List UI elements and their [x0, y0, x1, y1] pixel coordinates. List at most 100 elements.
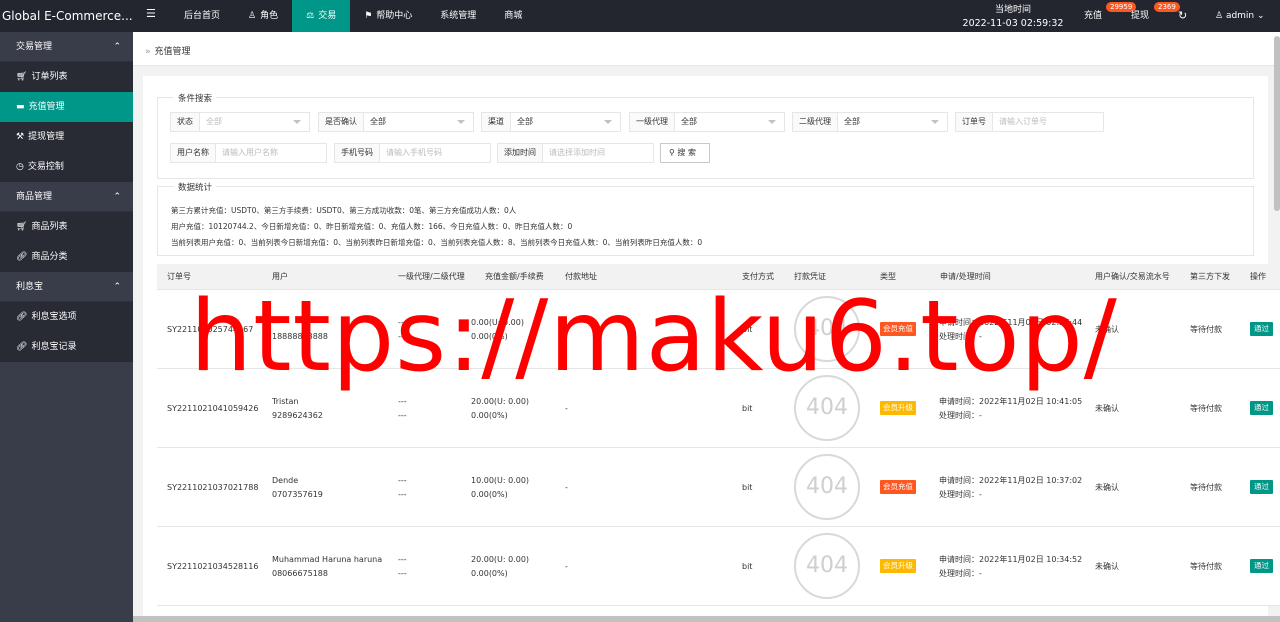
sidebar-item-withdraw[interactable]: ⚒ 提现管理	[0, 122, 133, 152]
select-value: 全部	[681, 117, 697, 126]
select-value: 全部	[206, 117, 222, 126]
approve-button[interactable]: 通过	[1250, 322, 1273, 336]
sidebar-item-goods-category[interactable]: 🔗︎ 商品分类	[0, 242, 133, 272]
recharge-button[interactable]: 充值	[1084, 0, 1102, 32]
field-label: 渠道	[482, 113, 511, 131]
refresh-icon[interactable]: ↻	[1178, 0, 1187, 32]
group-label: 利息宝	[16, 282, 44, 292]
sidebar-group-interest[interactable]: 利息宝 ⌃	[0, 272, 133, 302]
sidebar: 交易管理 ⌃ 🛒︎ 订单列表 ▬ 充值管理 ⚒ 提现管理 ◷ 交易控制 商品管理 ⌃ 🛒︎ 商…	[0, 32, 133, 622]
type-badge: 会员升级	[880, 559, 916, 573]
field-label: 手机号码	[335, 144, 380, 162]
gavel-icon: ⚒	[16, 132, 25, 142]
chevron-down-icon	[604, 120, 612, 124]
search-button[interactable]: ⚲ 搜 索	[660, 143, 710, 163]
cell-address: -	[565, 325, 568, 334]
nav-item-system[interactable]: 系统管理	[426, 0, 490, 32]
cell-order: SY2211021034528116	[167, 562, 259, 571]
card-icon: ▬	[16, 102, 25, 112]
cell-username: Dende	[272, 476, 299, 485]
chevron-down-icon	[768, 120, 776, 124]
cart-icon: 🛒︎	[16, 222, 28, 232]
cell-amount: 0.00(U: 0.00)	[471, 318, 524, 327]
sidebar-item-recharge[interactable]: ▬ 充值管理	[0, 92, 133, 122]
proof-image[interactable]: 404	[794, 533, 860, 599]
nav-item-help[interactable]: ⚑ 帮助中心	[350, 0, 426, 32]
sidebar-group-trade[interactable]: 交易管理 ⌃	[0, 32, 133, 62]
table-row: SY2211021034528116 Muhammad Haruna harun…	[157, 527, 1280, 606]
chevron-down-icon	[931, 120, 939, 124]
type-badge: 会员充值	[880, 322, 916, 336]
cell-pay: bit	[742, 562, 753, 571]
cell-username: —	[272, 318, 280, 327]
sidebar-item-interest-options[interactable]: 🔗︎ 利息宝选项	[0, 302, 133, 332]
user-name: admin	[1225, 11, 1255, 21]
username-input[interactable]: 请输入用户名称	[216, 144, 326, 162]
field-label: 一级代理	[630, 113, 675, 131]
agent2-select[interactable]: 二级代理 全部	[792, 112, 948, 132]
field-label: 订单号	[956, 113, 993, 131]
proof-image[interactable]: 404	[794, 296, 860, 362]
th-address: 付款地址	[565, 272, 597, 281]
cell-agent2: ---	[398, 411, 407, 420]
top-nav: 后台首页 ♙ 角色 ⚖ 交易 ⚑ 帮助中心 系统管理 商城	[170, 0, 536, 32]
cell-agent1: ---	[398, 397, 407, 406]
sidebar-item-trade-control[interactable]: ◷ 交易控制	[0, 152, 133, 182]
link-icon: 🔗︎	[16, 252, 28, 262]
user-icon: ♙	[1215, 11, 1226, 21]
th-time: 申请/处理时间	[940, 272, 991, 281]
link-icon: 🔗︎	[16, 312, 28, 322]
sidebar-group-goods[interactable]: 商品管理 ⌃	[0, 182, 133, 212]
agent1-select[interactable]: 一级代理 全部	[629, 112, 785, 132]
sidebar-item-interest-records[interactable]: 🔗︎ 利息宝记录	[0, 332, 133, 362]
cell-phone: 9289624362	[272, 411, 323, 420]
cell-fee: 0.00(0%)	[471, 490, 508, 499]
group-label: 商品管理	[16, 192, 53, 202]
add-time-field[interactable]: 添加时间 请选择添加时间	[497, 143, 654, 163]
chevron-down-icon: ⌄	[1254, 11, 1265, 21]
approve-button[interactable]: 通过	[1250, 401, 1273, 415]
breadcrumb: » 充值管理	[145, 44, 191, 57]
breadcrumb-current[interactable]: 充值管理	[155, 47, 191, 57]
sidebar-item-goods-list[interactable]: 🛒︎ 商品列表	[0, 212, 133, 242]
cell-confirm: 未确认	[1095, 483, 1119, 492]
approve-button[interactable]: 通过	[1250, 559, 1273, 573]
confirm-select[interactable]: 是否确认 全部	[318, 112, 474, 132]
group-label: 交易管理	[16, 42, 53, 52]
th-type: 类型	[880, 272, 896, 281]
nav-item-home[interactable]: 后台首页	[170, 0, 234, 32]
vertical-scrollbar[interactable]	[1274, 36, 1280, 211]
cell-phone: 0707357619	[272, 490, 323, 499]
cell-agent1: ---	[398, 555, 407, 564]
recharge-label: 充值	[1084, 11, 1103, 21]
cell-username: Tristan	[272, 397, 299, 406]
cell-amount: 20.00(U: 0.00)	[471, 555, 530, 564]
approve-button[interactable]: 通过	[1250, 480, 1273, 494]
channel-select[interactable]: 渠道 全部	[481, 112, 621, 132]
menu-toggle-icon[interactable]: ☰	[146, 8, 156, 19]
withdraw-button[interactable]: 提现	[1131, 0, 1149, 32]
nav-label: 交易	[318, 11, 337, 21]
type-badge: 会员充值	[880, 480, 916, 494]
order-number-input[interactable]: 请输入订单号	[993, 113, 1103, 131]
username-field[interactable]: 用户名称 请输入用户名称	[170, 143, 327, 163]
horizontal-scrollbar[interactable]	[133, 616, 1280, 622]
breadcrumb-separator-icon: »	[145, 47, 151, 57]
sidebar-item-orders[interactable]: 🛒︎ 订单列表	[0, 62, 133, 92]
sidebar-item-label: 利息宝选项	[31, 312, 77, 322]
agent1-value: 全部	[675, 113, 784, 131]
order-number-field[interactable]: 订单号 请输入订单号	[955, 112, 1104, 132]
status-select[interactable]: 状态 全部	[170, 112, 310, 132]
proof-image[interactable]: 404	[794, 454, 860, 520]
cell-agent1: ---	[398, 476, 407, 485]
sidebar-item-label: 交易控制	[27, 162, 64, 172]
user-menu[interactable]: ♙ admin ⌄	[1215, 0, 1265, 32]
proof-image[interactable]: 404	[794, 375, 860, 441]
add-time-input[interactable]: 请选择添加时间	[543, 144, 653, 162]
nav-item-trade[interactable]: ⚖ 交易	[292, 0, 351, 32]
phone-field[interactable]: 手机号码 请输入手机号码	[334, 143, 491, 163]
nav-item-mall[interactable]: 商城	[490, 0, 536, 32]
nav-label: 系统管理	[440, 11, 477, 21]
nav-item-role[interactable]: ♙ 角色	[234, 0, 292, 32]
phone-input[interactable]: 请输入手机号码	[380, 144, 490, 162]
